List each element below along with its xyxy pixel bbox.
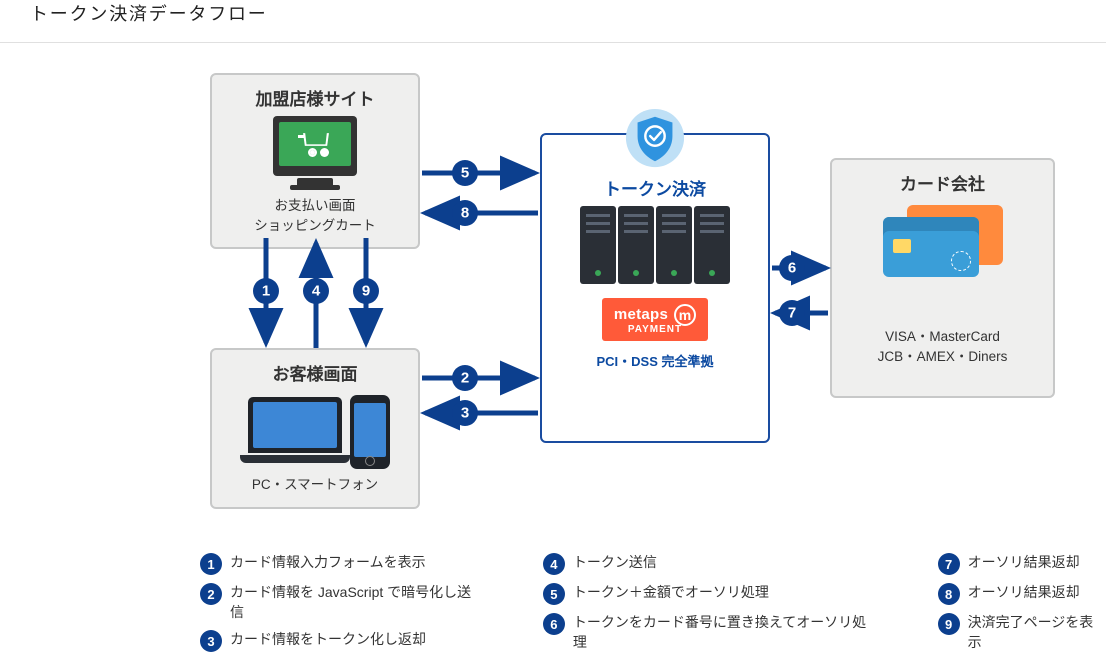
svg-text:7: 7 [788,305,796,322]
legend-text-2: カード情報を JavaScript で暗号化し送信 [230,583,483,622]
svg-text:2: 2 [461,370,469,387]
legend-text-1: カード情報入力フォームを表示 [230,553,426,573]
svg-text:4: 4 [312,283,321,300]
legend-number-9: 9 [938,613,960,635]
legend-item-6: 6 トークンをカード番号に置き換えてオーソリ処理 [543,613,878,652]
page-title: トークン決済データフロー [30,0,1106,26]
svg-text:8: 8 [461,205,469,222]
legend: 1 カード情報入力フォームを表示 2 カード情報を JavaScript で暗号化し送… [200,553,1106,652]
legend-number-3: 3 [200,630,222,652]
svg-text:9: 9 [362,283,370,300]
svg-text:5: 5 [461,165,469,182]
legend-number-5: 5 [543,583,565,605]
legend-item-1: 1 カード情報入力フォームを表示 [200,553,483,575]
legend-text-7: オーソリ結果返却 [968,553,1080,573]
legend-item-8: 8 オーソリ結果返却 [938,583,1106,605]
diagram-canvas: 加盟店様サイト お支払い画面 ショッピングカート お客様画面 PC・スマートフォ… [30,63,1076,533]
svg-text:3: 3 [461,405,469,422]
legend-text-6: トークンをカード番号に置き換えてオーソリ処理 [573,613,878,652]
svg-text:1: 1 [262,283,270,300]
legend-item-7: 7 オーソリ結果返却 [938,553,1106,575]
legend-number-4: 4 [543,553,565,575]
legend-number-2: 2 [200,583,222,605]
legend-text-9: 決済完了ページを表示 [968,613,1106,652]
legend-item-5: 5 トークン＋金額でオーソリ処理 [543,583,878,605]
legend-number-1: 1 [200,553,222,575]
legend-item-2: 2 カード情報を JavaScript で暗号化し送信 [200,583,483,622]
legend-number-7: 7 [938,553,960,575]
flow-arrows: 1 2 3 4 5 6 7 8 9 [30,63,1076,533]
legend-number-8: 8 [938,583,960,605]
legend-text-3: カード情報をトークン化し返却 [230,630,426,650]
legend-number-6: 6 [543,613,565,635]
legend-item-9: 9 決済完了ページを表示 [938,613,1106,652]
legend-text-8: オーソリ結果返却 [968,583,1080,603]
legend-text-4: トークン送信 [573,553,657,573]
legend-item-4: 4 トークン送信 [543,553,878,575]
legend-text-5: トークン＋金額でオーソリ処理 [573,583,769,603]
legend-item-3: 3 カード情報をトークン化し返却 [200,630,483,652]
title-row: トークン決済データフロー [0,0,1106,43]
svg-text:6: 6 [788,260,796,277]
